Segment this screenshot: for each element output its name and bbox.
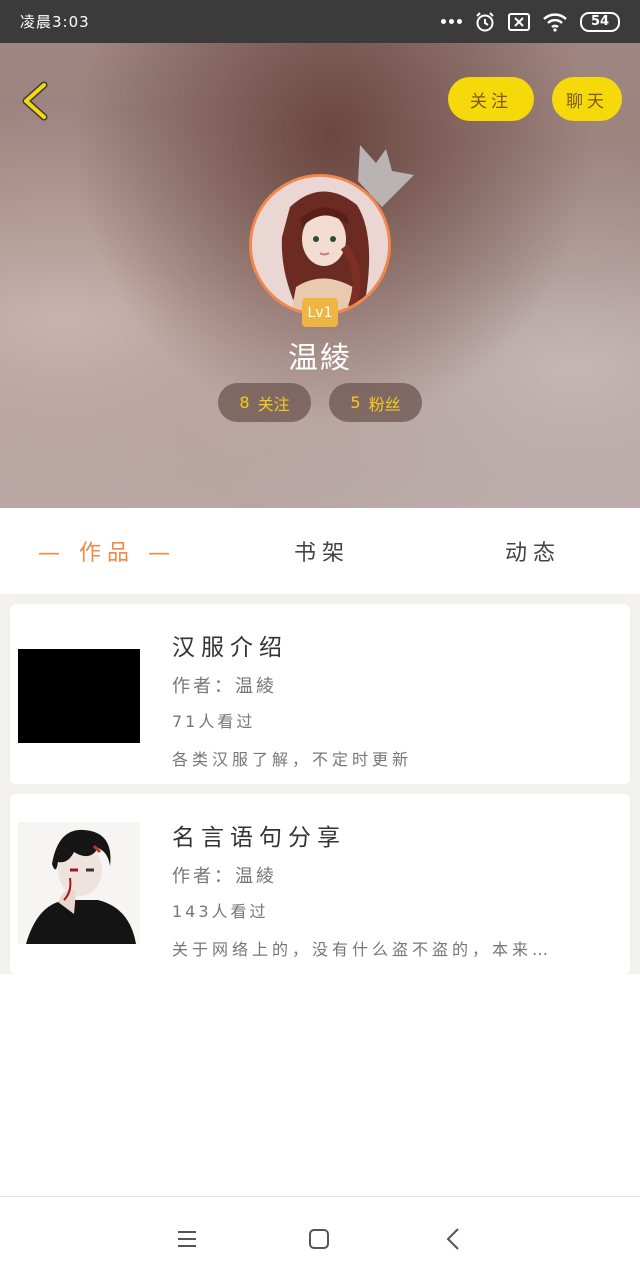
following-label: 关注 [257,394,290,414]
level-badge: Lv1 [302,298,338,327]
work-description: 各类汉服了解，不定时更新 [172,750,413,769]
work-info: 名言语句分享 作者：温綾 143人看过 关于网络上的，没有什么盗不盗的，本来… [172,818,616,960]
status-icons: 54 [441,11,620,33]
back-button[interactable] [14,77,62,125]
avatar[interactable] [249,174,391,316]
profile-tabs: — 作品 — 书架 动态 [0,508,640,594]
system-back-button[interactable] [434,1219,474,1259]
back-arrow-icon [446,1228,459,1250]
fans-stat[interactable]: 5 粉丝 [329,383,422,422]
fans-label: 粉丝 [368,394,401,414]
status-bar: 凌晨3:03 54 [0,0,640,43]
menu-icon [178,1231,196,1247]
work-author: 作者：温綾 [172,676,277,697]
wifi-icon [543,12,567,32]
work-author: 作者：温綾 [172,866,277,887]
work-title: 汉服介绍 [172,635,288,661]
follow-button[interactable]: 关注 [448,77,534,121]
tab-activity[interactable]: 动态 [505,508,561,594]
fans-count: 5 [350,393,361,412]
app-root: 凌晨3:03 54 关注 聊天 Lv1 温綾 8 关注 5 粉丝 — 作品 — … [0,0,640,1280]
chevron-left-icon [22,81,48,121]
battery-icon: 54 [580,11,620,32]
status-time: 凌晨3:03 [20,13,90,31]
following-stat[interactable]: 8 关注 [218,383,311,422]
work-title: 名言语句分享 [172,825,346,851]
recent-apps-button[interactable] [167,1219,207,1259]
system-nav-bar [0,1196,640,1280]
tab-bookshelf[interactable]: 书架 [294,508,350,594]
alarm-icon [476,11,494,31]
avatar-image [252,177,388,313]
no-sim-icon [508,12,530,31]
home-square-icon [309,1229,329,1249]
cover-image [18,822,140,944]
work-views: 71人看过 [172,712,256,731]
work-cover [18,649,140,743]
work-description: 关于网络上的，没有什么盗不盗的，本来… [172,940,553,959]
list-item[interactable]: 名言语句分享 作者：温綾 143人看过 关于网络上的，没有什么盗不盗的，本来… [10,794,630,974]
list-item[interactable]: 汉服介绍 作者：温綾 71人看过 各类汉服了解，不定时更新 [10,604,630,784]
profile-header: 关注 聊天 Lv1 温綾 8 关注 5 粉丝 [0,43,640,508]
tab-works[interactable]: — 作品 — [38,508,176,594]
work-info: 汉服介绍 作者：温綾 71人看过 各类汉服了解，不定时更新 [172,628,616,770]
username: 温綾 [288,341,352,376]
work-cover [18,822,140,944]
work-views: 143人看过 [172,902,269,921]
more-dots-icon [441,19,462,24]
chat-button[interactable]: 聊天 [552,77,622,121]
empty-area [0,974,640,1196]
home-button[interactable] [299,1219,339,1259]
following-count: 8 [239,393,250,412]
